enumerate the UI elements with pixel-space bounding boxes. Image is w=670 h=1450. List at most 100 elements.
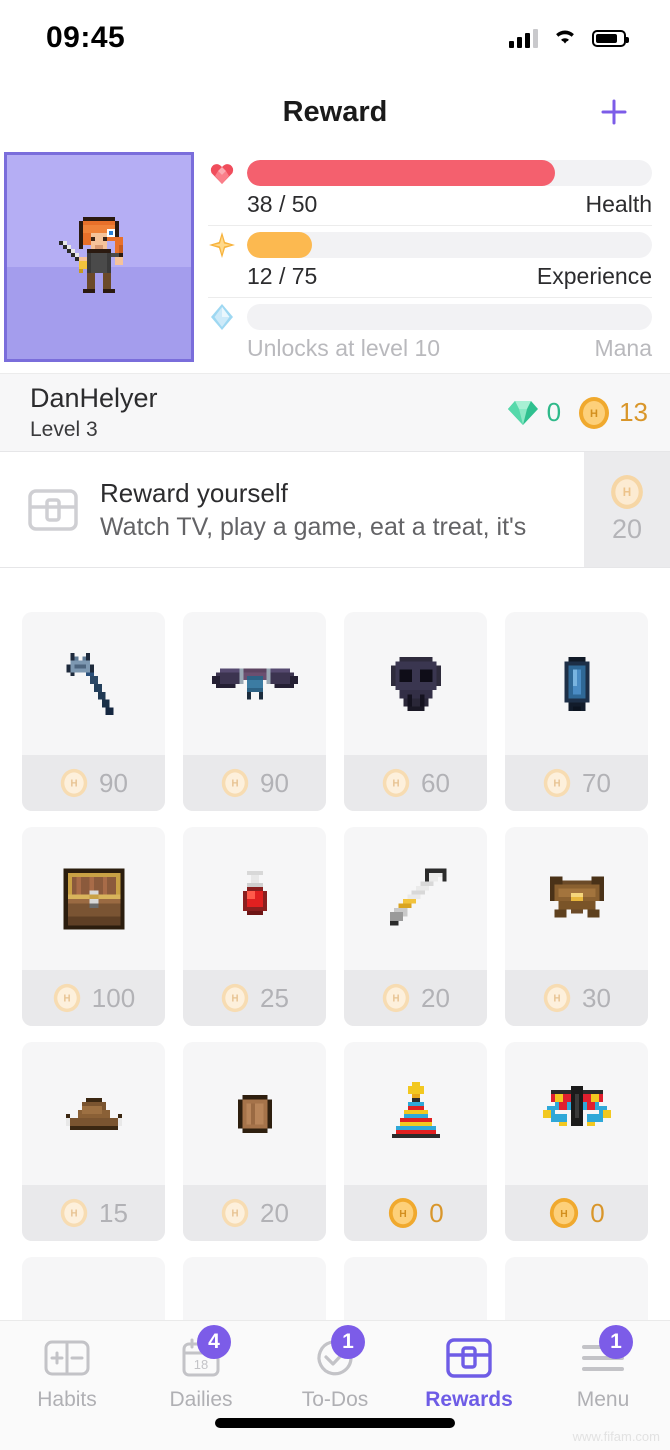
item-art	[344, 1042, 487, 1185]
battery-icon	[592, 29, 629, 47]
health-value: 38 / 50	[247, 191, 318, 217]
red-health-potion-icon	[242, 870, 267, 915]
username: DanHelyer	[30, 383, 158, 414]
tab-label: Dailies	[169, 1388, 233, 1411]
experience-bar-track	[247, 232, 652, 258]
gold-coin-icon: H	[382, 768, 410, 798]
stat-experience: 12 / 75 Experience	[208, 230, 652, 298]
svg-text:H: H	[393, 994, 400, 1005]
svg-text:H: H	[63, 994, 70, 1005]
item-art	[183, 1257, 326, 1320]
gold-coin-icon: H	[550, 1197, 579, 1229]
tab-badge: 4	[197, 1325, 231, 1359]
stat-bars: 38 / 50 Health 12 / 75 Experience Unlock…	[194, 148, 670, 373]
reward-item[interactable]: H 90	[22, 612, 165, 811]
page-title: Reward	[282, 95, 388, 128]
item-footer: H 15	[22, 1185, 165, 1241]
character-header: 38 / 50 Health 12 / 75 Experience Unlock…	[0, 148, 670, 374]
reward-item[interactable]: H 70	[505, 612, 648, 811]
item-art	[183, 612, 326, 755]
tab-rewards[interactable]: Rewards	[402, 1335, 536, 1412]
item-art	[505, 827, 648, 970]
item-price: 60	[421, 767, 450, 798]
reward-item[interactable]	[344, 1257, 487, 1320]
item-art	[22, 1042, 165, 1185]
reward-item[interactable]: H 15	[22, 1042, 165, 1241]
user-identity: DanHelyer Level 3	[30, 383, 158, 441]
item-footer: H 20	[183, 1185, 326, 1241]
check-circle-icon: 1	[307, 1325, 365, 1381]
plus-icon	[601, 99, 627, 125]
gold-coin-icon: H	[389, 1197, 418, 1229]
item-price: 25	[260, 982, 289, 1013]
black-skull-icon	[390, 656, 441, 711]
reward-item[interactable]: H 90	[183, 612, 326, 811]
gold-currency[interactable]: H 13	[577, 396, 648, 430]
home-indicator[interactable]	[215, 1418, 455, 1428]
reward-item[interactable]: H 20	[344, 827, 487, 1026]
blue-trident-staff-icon	[66, 652, 113, 715]
reward-item[interactable]: H 20	[183, 1042, 326, 1241]
tab-badge: 1	[331, 1325, 365, 1359]
item-art	[344, 827, 487, 970]
item-art	[22, 612, 165, 755]
gold-value: 13	[619, 397, 648, 427]
dark-bat-wings-icon	[211, 667, 298, 700]
svg-text:H: H	[561, 1209, 568, 1220]
treasure-chest-item-icon	[62, 867, 125, 930]
reward-card-buy-button[interactable]: H 20	[584, 452, 670, 567]
item-footer: H 25	[183, 970, 326, 1026]
reward-card-subtitle: Watch TV, play a game, eat a treat, it's	[100, 512, 527, 541]
blue-vial-icon	[564, 656, 589, 711]
tab-badge: 1	[599, 1325, 633, 1359]
gem-currency[interactable]: 0	[507, 397, 561, 428]
svg-text:H: H	[590, 408, 598, 420]
reward-yourself-card[interactable]: Reward yourself Watch TV, play a game, e…	[0, 452, 670, 568]
svg-text:H: H	[232, 1209, 239, 1220]
tab-todos[interactable]: 1 To-Dos	[268, 1325, 402, 1412]
reward-item[interactable]	[505, 1257, 648, 1320]
dark-gloves-icon	[225, 1309, 285, 1321]
reward-item[interactable]: H 0	[344, 1042, 487, 1241]
currency-group: 0 H 13	[507, 396, 648, 430]
mana-bar-track	[247, 304, 652, 330]
reward-item[interactable]: H 30	[505, 827, 648, 1026]
rainbow-butterfly-icon	[542, 1085, 611, 1126]
user-bar[interactable]: DanHelyer Level 3 0 H 13	[0, 374, 670, 452]
item-art	[183, 1042, 326, 1185]
reward-item[interactable]: H 60	[344, 612, 487, 811]
plus-minus-icon	[39, 1335, 95, 1381]
reward-item[interactable]	[22, 1257, 165, 1320]
item-price: 20	[260, 1197, 289, 1228]
item-price: 15	[99, 1197, 128, 1228]
reward-item[interactable]: H 100	[22, 827, 165, 1026]
tab-menu[interactable]: 1 Menu	[536, 1325, 670, 1412]
tab-dailies[interactable]: 18 4 Dailies	[134, 1325, 268, 1412]
item-price: 90	[260, 767, 289, 798]
item-art	[344, 612, 487, 755]
reward-card-body: Reward yourself Watch TV, play a game, e…	[0, 452, 584, 567]
tab-label: Rewards	[425, 1388, 513, 1411]
stat-health: 38 / 50 Health	[208, 158, 652, 226]
gold-coin-icon: H	[543, 983, 571, 1013]
item-footer: H 0	[505, 1185, 648, 1241]
add-reward-button[interactable]	[594, 92, 634, 132]
status-bar: 09:45	[0, 0, 670, 76]
item-price: 90	[99, 767, 128, 798]
item-art	[22, 1257, 165, 1320]
item-price: 70	[582, 767, 611, 798]
reward-item[interactable]: H 0	[505, 1042, 648, 1241]
item-price: 0	[429, 1197, 444, 1228]
reward-item[interactable]	[183, 1257, 326, 1320]
avatar[interactable]	[4, 152, 194, 362]
gem-icon	[507, 400, 538, 425]
star-icon	[208, 230, 236, 260]
gold-coin-icon: H	[221, 1198, 249, 1228]
item-price: 20	[421, 982, 450, 1013]
nav-header: Reward	[0, 76, 670, 148]
gold-coin-icon: H	[611, 475, 643, 509]
tab-habits[interactable]: Habits	[0, 1335, 134, 1412]
status-icons	[509, 26, 629, 51]
rewards-grid-scroll[interactable]: H 90 H 90 H 60 H 70 H 100 H 25 H 20 H 30…	[0, 596, 670, 1320]
reward-item[interactable]: H 25	[183, 827, 326, 1026]
